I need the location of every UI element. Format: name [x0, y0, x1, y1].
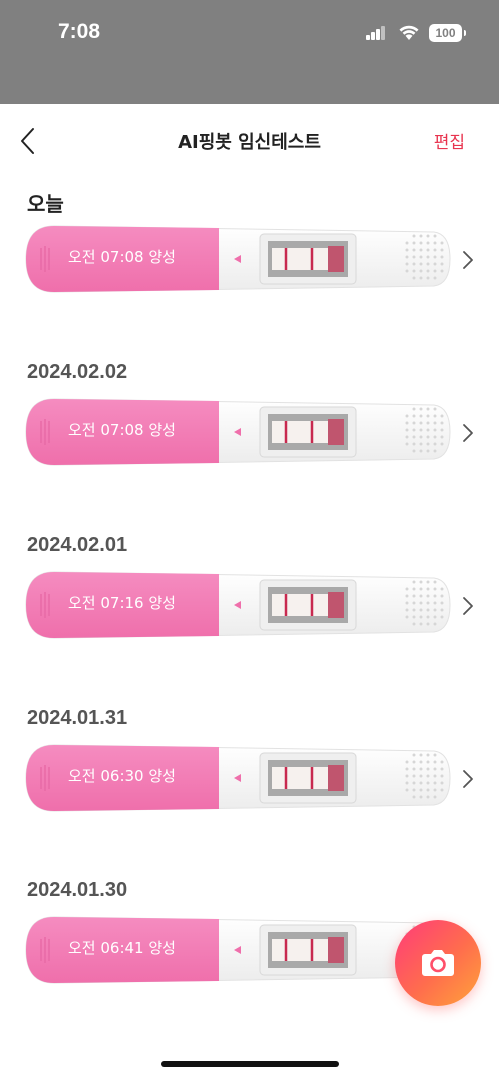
- test-result-label: 오전 07:08 양성: [68, 248, 176, 266]
- camera-button[interactable]: [395, 920, 481, 1006]
- section-date-label: 2024.01.30: [27, 879, 128, 901]
- section-date-label: 오늘: [27, 194, 64, 216]
- camera-icon: [422, 950, 454, 976]
- test-result-label: 오전 06:30 양성: [68, 767, 176, 785]
- wifi-icon: [399, 25, 419, 40]
- battery-icon: 100: [429, 24, 466, 42]
- status-bar: 7:08 100: [0, 0, 499, 104]
- page-title: AI핑봇 임신테스트: [178, 132, 321, 153]
- test-result-item[interactable]: 오전 06:41 양성: [24, 913, 452, 987]
- edit-button[interactable]: 편집: [434, 128, 465, 153]
- test-result-label: 오전 06:41 양성: [68, 939, 176, 957]
- test-result-label: 오전 07:08 양성: [68, 421, 176, 439]
- chevron-right-icon[interactable]: [462, 250, 474, 270]
- section-date-label: 2024.01.31: [27, 707, 128, 729]
- cellular-signal-icon: [366, 26, 386, 40]
- home-indicator: [161, 1061, 339, 1067]
- chevron-right-icon[interactable]: [462, 423, 474, 443]
- test-result-item[interactable]: 오전 07:08 양성: [24, 395, 452, 469]
- test-result-label: 오전 07:16 양성: [68, 594, 176, 612]
- test-result-item[interactable]: 오전 06:30 양성: [24, 741, 452, 815]
- navigation-bar: AI핑봇 임신테스트 편집: [0, 104, 499, 174]
- test-result-item[interactable]: 오전 07:08 양성: [24, 222, 452, 296]
- chevron-right-icon[interactable]: [462, 769, 474, 789]
- section-date-label: 2024.02.01: [27, 534, 128, 556]
- section-date-label: 2024.02.02: [27, 361, 128, 383]
- status-time: 7:08: [58, 20, 101, 43]
- test-result-item[interactable]: 오전 07:16 양성: [24, 568, 452, 642]
- chevron-right-icon[interactable]: [462, 596, 474, 616]
